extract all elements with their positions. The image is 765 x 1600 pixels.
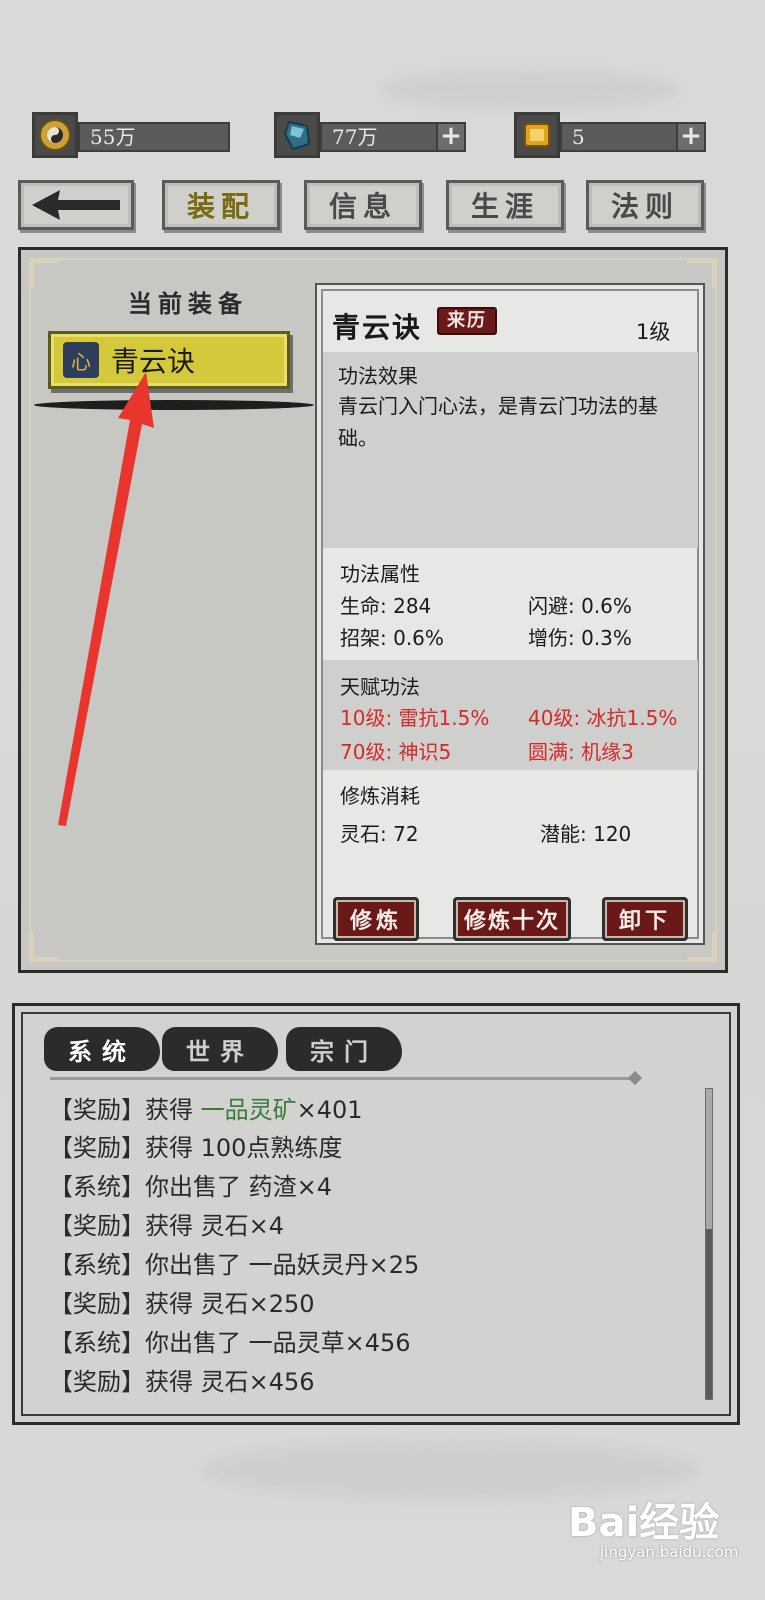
baidu-watermark-url: jingyan.baidu.com	[600, 1543, 739, 1561]
baidu-watermark-logo: Bai经验	[568, 1500, 720, 1546]
annotation-arrow	[58, 372, 154, 826]
